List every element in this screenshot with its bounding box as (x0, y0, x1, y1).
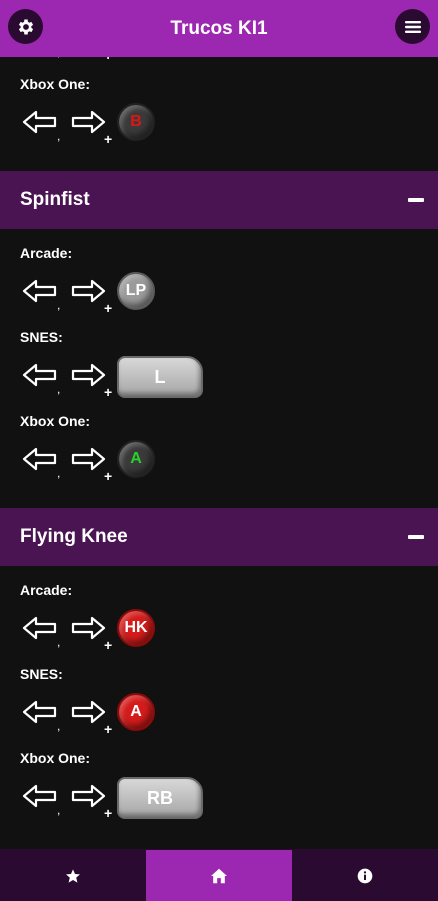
right-arrow-icon (71, 363, 106, 387)
right-arrow-icon (71, 447, 106, 471)
bottom-navigation (0, 849, 438, 901)
plus: + (104, 721, 113, 737)
plus: + (104, 57, 112, 63)
platform-label: Xbox One: (20, 76, 91, 92)
button-label: RB (147, 787, 173, 808)
collapse-icon[interactable] (408, 535, 424, 539)
menu-icon (404, 20, 421, 33)
cheats-list[interactable]: , + Y Xbox One: , + B Spinfist Arcade: ,… (0, 57, 438, 849)
move-sequence: , + A (0, 685, 438, 747)
move-sequence: , + B (0, 95, 438, 157)
comma: , (57, 57, 60, 59)
left-arrow-icon (22, 110, 57, 134)
comma: , (57, 129, 61, 143)
move-sequence: , + L (0, 348, 438, 410)
button-label: L (154, 366, 166, 387)
move-sequence: , + Y (0, 57, 438, 73)
plus: + (104, 131, 113, 147)
shoulder-button: L (117, 356, 203, 398)
comma: , (57, 719, 61, 733)
button-label: B (130, 113, 142, 130)
plus: + (104, 637, 113, 653)
game-button: LP (117, 272, 155, 310)
app-title: Trucos KI1 (170, 17, 268, 39)
move-sequence: , + A (0, 432, 438, 494)
platform-label: SNES: (20, 329, 63, 345)
app-bar: Trucos KI1 (0, 0, 438, 57)
game-button: B (117, 103, 155, 141)
right-arrow-icon (71, 784, 106, 808)
plus: + (104, 805, 113, 821)
info-icon (357, 868, 373, 883)
move-sequence: , + HK (0, 601, 438, 663)
shoulder-button: RB (117, 777, 203, 819)
platform-label: Xbox One: (20, 750, 91, 766)
left-arrow-icon (22, 784, 57, 808)
settings-button[interactable] (8, 9, 43, 44)
move-header-flying-knee[interactable]: Flying Knee (0, 508, 438, 566)
gear-icon (18, 19, 33, 34)
platform-label: Xbox One: (20, 413, 91, 429)
plus: + (104, 300, 113, 316)
right-arrow-icon (71, 700, 106, 724)
plus: + (104, 384, 113, 400)
comma: , (57, 635, 61, 649)
move-title: Spinfist (20, 189, 90, 210)
button-label: A (130, 450, 142, 467)
left-arrow-icon (22, 363, 57, 387)
move-sequence: , + LP (0, 264, 438, 326)
tab-home[interactable] (146, 850, 292, 901)
move-title: Flying Knee (20, 526, 128, 547)
game-button: A (117, 693, 155, 731)
game-button: HK (117, 609, 155, 647)
tab-info[interactable] (292, 850, 438, 901)
left-arrow-icon (22, 447, 57, 471)
menu-button[interactable] (395, 9, 430, 44)
comma: , (57, 382, 61, 396)
left-arrow-icon (22, 616, 57, 640)
comma: , (57, 803, 61, 817)
comma: , (57, 298, 61, 312)
star-icon (66, 868, 80, 883)
move-header-spinfist[interactable]: Spinfist (0, 171, 438, 229)
collapse-icon[interactable] (408, 198, 424, 202)
plus: + (104, 468, 113, 484)
move-sequence: , + RB (0, 769, 438, 831)
comma: , (57, 466, 61, 480)
left-arrow-icon (22, 700, 57, 724)
left-arrow-icon (22, 279, 57, 303)
tab-favorites[interactable] (0, 850, 146, 901)
platform-label: SNES: (20, 666, 63, 682)
right-arrow-icon (71, 110, 106, 134)
platform-label: Arcade: (20, 245, 73, 261)
right-arrow-icon (71, 616, 106, 640)
right-arrow-icon (71, 279, 106, 303)
game-button: A (117, 440, 155, 478)
platform-label: Arcade: (20, 582, 73, 598)
button-label: A (130, 703, 142, 720)
button-label: LP (125, 282, 147, 299)
home-icon (211, 868, 227, 883)
button-label: HK (124, 619, 148, 636)
